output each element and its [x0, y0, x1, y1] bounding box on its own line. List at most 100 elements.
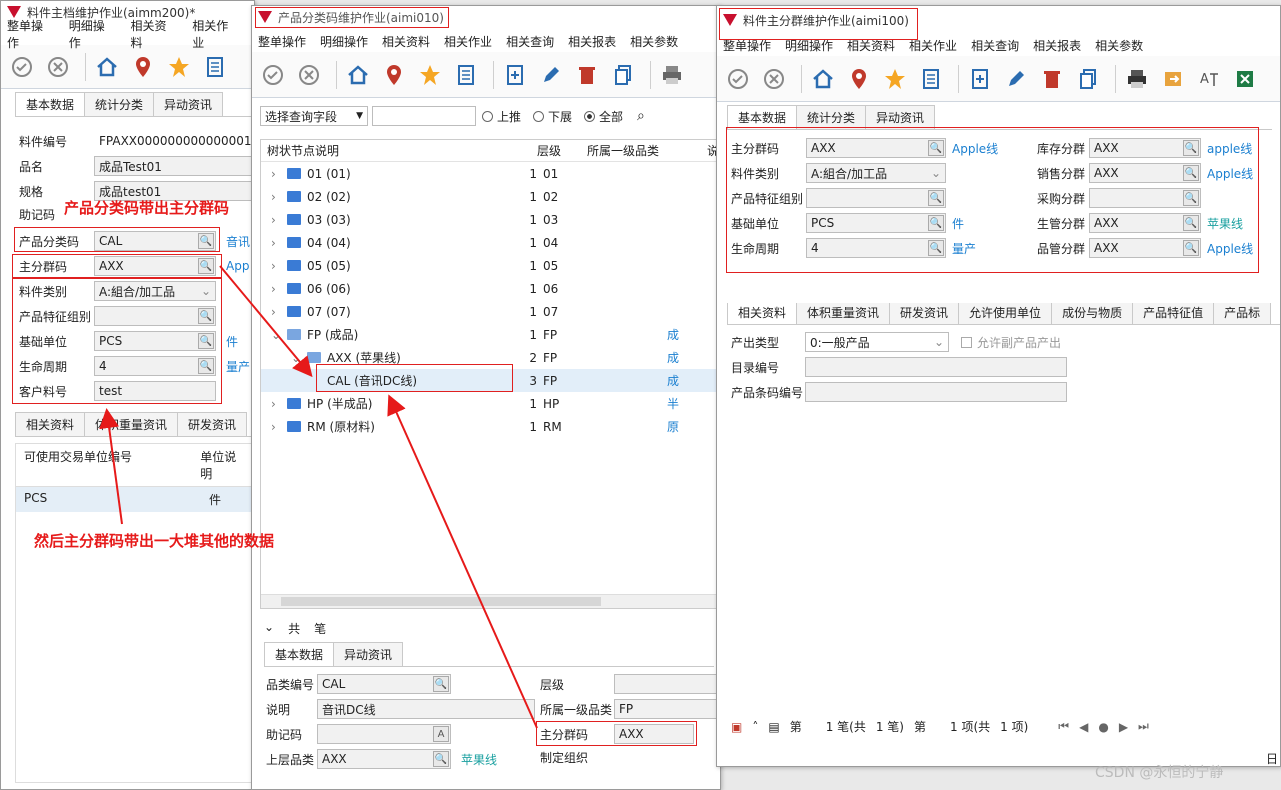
collapse-icon[interactable]: ⌄ — [264, 620, 274, 637]
description-field[interactable]: 音讯DC线 — [317, 699, 535, 719]
tab-change-info[interactable]: 异动资讯 — [333, 642, 404, 666]
current-page-icon[interactable]: ● — [1098, 720, 1108, 734]
field-link[interactable]: 件 — [226, 333, 238, 350]
print-icon[interactable] — [657, 60, 687, 90]
cancel-icon[interactable] — [294, 60, 324, 90]
location-pin-icon[interactable] — [128, 52, 158, 82]
output-type-select[interactable]: 0:一般产品 ⌄ — [805, 332, 949, 352]
tree-row[interactable]: › 02 (02) 1 02 — [261, 185, 716, 208]
delete-icon[interactable] — [1037, 64, 1067, 94]
field-link[interactable]: 量产 — [226, 358, 250, 375]
menu-item[interactable]: 相关参数 — [630, 33, 678, 50]
tab-related-data[interactable]: 相关资料 — [15, 412, 86, 436]
tab-product-label[interactable]: 产品标 — [1213, 303, 1272, 324]
tab-basic-data[interactable]: 基本数据 — [727, 105, 798, 129]
menu-item[interactable]: 相关作业 — [192, 17, 240, 51]
field-link[interactable]: App — [226, 259, 249, 273]
barcode-field[interactable] — [805, 382, 1067, 402]
parent-category-field[interactable]: AXX 🔍 — [317, 749, 451, 769]
expand-right-icon[interactable]: › — [271, 305, 287, 319]
expand-right-icon[interactable]: › — [271, 259, 287, 273]
favorite-star-icon[interactable] — [164, 52, 194, 82]
menu-item[interactable]: 整单操作 — [258, 33, 306, 50]
expand-right-icon[interactable]: › — [271, 213, 287, 227]
level-field[interactable] — [614, 674, 720, 694]
next-page-icon[interactable]: ▶ — [1119, 720, 1128, 734]
favorite-star-icon[interactable] — [880, 64, 910, 94]
tab-volume-weight[interactable]: 体积重量资讯 — [84, 412, 179, 436]
last-page-icon[interactable]: ⏭ — [1138, 719, 1149, 734]
edit-icon[interactable] — [536, 60, 566, 90]
add-icon[interactable] — [500, 60, 530, 90]
first-page-icon[interactable]: ⏮ — [1058, 719, 1069, 734]
lookup-icon[interactable]: 🔍 — [433, 751, 449, 767]
tree-row[interactable]: › 01 (01) 1 01 — [261, 162, 716, 185]
confirm-icon[interactable] — [723, 64, 753, 94]
tree-row[interactable]: › 06 (06) 1 06 — [261, 277, 716, 300]
tree-row[interactable]: › 05 (05) 1 05 — [261, 254, 716, 277]
expand-right-icon[interactable]: › — [271, 282, 287, 296]
expand-right-icon[interactable]: › — [271, 167, 287, 181]
list-icon[interactable] — [451, 60, 481, 90]
tree-row[interactable]: › HP (半成品) 1 HP 半 — [261, 392, 716, 415]
catalog-number-field[interactable] — [805, 357, 1067, 377]
menu-item[interactable]: 明细操作 — [69, 17, 117, 51]
menu-item[interactable]: 相关资料 — [131, 17, 179, 51]
excel-icon[interactable] — [1230, 64, 1260, 94]
location-pin-icon[interactable] — [844, 64, 874, 94]
query-input[interactable] — [372, 106, 476, 126]
memo-code-field[interactable]: A — [317, 724, 451, 744]
menu-item[interactable]: 相关报表 — [1033, 37, 1081, 54]
expand-right-icon[interactable]: › — [271, 236, 287, 250]
prev-page-icon[interactable]: ◀ — [1079, 720, 1088, 734]
tree-row[interactable]: › 03 (03) 1 03 — [261, 208, 716, 231]
add-icon[interactable] — [965, 64, 995, 94]
tree-row[interactable]: › 07 (07) 1 07 — [261, 300, 716, 323]
tab-feature-values[interactable]: 产品特征值 — [1132, 303, 1215, 324]
scrollbar-thumb[interactable] — [281, 597, 601, 606]
expand-down-icon[interactable]: ⌄ — [291, 351, 307, 365]
menu-item[interactable]: 相关查询 — [506, 33, 554, 50]
tree-row[interactable]: ⌄ FP (成品) 1 FP 成 — [261, 323, 716, 346]
lookup-icon[interactable]: 🔍 — [433, 676, 449, 692]
menu-item[interactable]: 相关资料 — [382, 33, 430, 50]
expand-right-icon[interactable]: › — [271, 190, 287, 204]
home-icon[interactable] — [343, 60, 373, 90]
horizontal-scrollbar[interactable] — [261, 594, 720, 608]
field-link[interactable]: 音讯 — [226, 233, 250, 250]
copy-icon[interactable] — [608, 60, 638, 90]
allow-byproduct-checkbox[interactable]: 允许副产品产出 — [961, 334, 1061, 351]
expand-right-icon[interactable]: › — [271, 420, 287, 434]
tree-row[interactable]: › RM (原材料) 1 RM 原 — [261, 415, 716, 438]
confirm-icon[interactable] — [7, 52, 37, 82]
tab-rd-info[interactable]: 研发资讯 — [177, 412, 248, 436]
pager-menu-icon[interactable]: ▣ — [731, 720, 742, 734]
tab-change-info[interactable]: 异动资讯 — [865, 105, 936, 129]
query-field-select[interactable]: 选择查询字段 ▼ — [260, 106, 368, 126]
copy-icon[interactable] — [1073, 64, 1103, 94]
location-pin-icon[interactable] — [379, 60, 409, 90]
lookup-icon[interactable]: A — [433, 726, 449, 742]
tab-allowed-units[interactable]: 允许使用单位 — [958, 303, 1053, 324]
collapse-up-icon[interactable]: ˄ — [752, 720, 758, 734]
list-icon[interactable] — [916, 64, 946, 94]
tab-stat-class[interactable]: 统计分类 — [796, 105, 867, 129]
tab-basic-data[interactable]: 基本数据 — [264, 642, 335, 666]
list-icon[interactable] — [200, 52, 230, 82]
expand-down-icon[interactable]: ⌄ — [271, 328, 287, 342]
home-icon[interactable] — [92, 52, 122, 82]
item-name-field[interactable]: 成品Test01 — [94, 156, 254, 176]
tab-composition[interactable]: 成份与物质 — [1051, 303, 1134, 324]
top-category-field[interactable]: FP — [614, 699, 720, 719]
export-icon[interactable] — [1158, 64, 1188, 94]
category-code-field[interactable]: CAL 🔍 — [317, 674, 451, 694]
menu-item[interactable]: 明细操作 — [320, 33, 368, 50]
tree-row[interactable]: › 04 (04) 1 04 — [261, 231, 716, 254]
tab-volume-weight[interactable]: 体积重量资讯 — [796, 303, 891, 324]
cancel-icon[interactable] — [43, 52, 73, 82]
expand-right-icon[interactable]: › — [271, 397, 287, 411]
table-row[interactable]: PCS 件 — [16, 487, 254, 512]
search-icon[interactable]: ⌕ — [637, 108, 645, 124]
home-icon[interactable] — [808, 64, 838, 94]
tab-rd-info[interactable]: 研发资讯 — [889, 303, 960, 324]
